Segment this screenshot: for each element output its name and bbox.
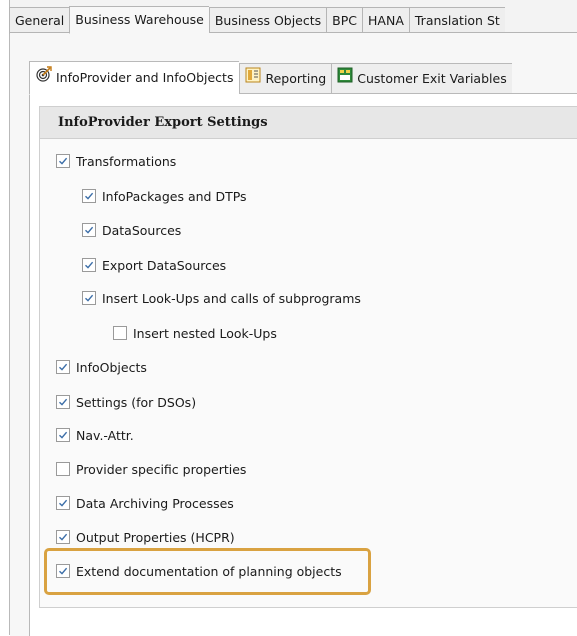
tab-infoprovider-infoobjects[interactable]: InfoProvider and InfoObjects [29, 61, 240, 95]
checkbox-label: Transformations [76, 153, 177, 169]
checkbox-label: Data Archiving Processes [76, 495, 234, 511]
variable-icon [337, 64, 353, 94]
checkbox-insert-nested-lookups[interactable] [113, 326, 127, 340]
checkbox-label: Settings (for DSOs) [76, 394, 197, 410]
tab-bpc[interactable]: BPC [326, 7, 363, 34]
checkbox-settings-dsos[interactable] [56, 395, 70, 409]
checkbox-datasources[interactable] [82, 223, 96, 237]
inner-tab-strip: InfoProvider and InfoObjects Reporting C… [29, 61, 512, 95]
checkbox-label: Nav.-Attr. [76, 427, 134, 443]
checkmark-icon [59, 499, 68, 507]
outer-tab-strip: General Business Warehouse Business Obje… [9, 6, 505, 34]
checkbox-label: Insert Look-Ups and calls of subprograms [102, 290, 361, 306]
checkmark-icon [59, 398, 68, 406]
tab-translation-st[interactable]: Translation St [408, 7, 505, 34]
target-icon [36, 63, 52, 93]
checkmark-icon [85, 192, 94, 200]
checkbox-label: InfoObjects [76, 359, 147, 375]
checkbox-transformations[interactable] [56, 154, 70, 168]
tab-business-objects[interactable]: Business Objects [208, 7, 327, 34]
checkmark-icon [85, 226, 94, 234]
checkbox-row-provider-specific-properties[interactable]: Provider specific properties [56, 459, 246, 479]
checkmark-icon [85, 294, 94, 302]
checkbox-label: Provider specific properties [76, 461, 247, 477]
checkbox-row-export-datasources[interactable]: Export DataSources [82, 255, 226, 275]
checkmark-icon [59, 363, 68, 371]
checkmark-icon [59, 431, 68, 439]
tab-label: Reporting [265, 71, 327, 86]
checkbox-infopackages-dtps[interactable] [82, 189, 96, 203]
checkbox-infoobjects[interactable] [56, 360, 70, 374]
checkbox-row-output-properties-hcpr[interactable]: Output Properties (HCPR) [56, 527, 235, 547]
checkbox-row-data-archiving-processes[interactable]: Data Archiving Processes [56, 493, 234, 513]
tab-general[interactable]: General [9, 7, 70, 34]
checkbox-row-settings-dsos[interactable]: Settings (for DSOs) [56, 392, 196, 412]
checkbox-output-properties-hcpr[interactable] [56, 530, 70, 544]
checkbox-row-insert-lookups[interactable]: Insert Look-Ups and calls of subprograms [82, 288, 361, 308]
checkbox-row-infopackages-dtps[interactable]: InfoPackages and DTPs [82, 186, 247, 206]
tab-business-warehouse[interactable]: Business Warehouse [69, 6, 209, 34]
group-title: InfoProvider Export Settings [40, 107, 577, 139]
checkbox-row-transformations[interactable]: Transformations [56, 151, 176, 171]
checkmark-icon [59, 533, 68, 541]
checkbox-label: InfoPackages and DTPs [102, 188, 247, 204]
report-icon [245, 64, 261, 94]
highlight-box [44, 548, 371, 595]
checkbox-label: Output Properties (HCPR) [76, 529, 235, 545]
tab-label: Customer Exit Variables [357, 71, 507, 86]
checkbox-label: Insert nested Look-Ups [133, 325, 277, 341]
checkbox-row-nav-attr[interactable]: Nav.-Attr. [56, 425, 134, 445]
checkmark-icon [59, 157, 68, 165]
tab-customer-exit-variables[interactable]: Customer Exit Variables [331, 63, 512, 95]
checkbox-row-datasources[interactable]: DataSources [82, 220, 181, 240]
checkmark-icon [85, 261, 94, 269]
tab-label: InfoProvider and InfoObjects [56, 70, 234, 85]
checkbox-nav-attr[interactable] [56, 428, 70, 442]
tab-hana[interactable]: HANA [362, 7, 409, 34]
checkbox-row-infoobjects[interactable]: InfoObjects [56, 357, 147, 377]
checkbox-label: DataSources [102, 222, 182, 238]
checkbox-export-datasources[interactable] [82, 258, 96, 272]
checkbox-label: Export DataSources [102, 257, 227, 273]
checkbox-row-insert-nested-lookups[interactable]: Insert nested Look-Ups [113, 323, 277, 343]
checkbox-insert-lookups[interactable] [82, 291, 96, 305]
checkbox-provider-specific-properties[interactable] [56, 462, 70, 476]
tab-reporting[interactable]: Reporting [239, 63, 332, 95]
checkbox-data-archiving-processes[interactable] [56, 496, 70, 510]
